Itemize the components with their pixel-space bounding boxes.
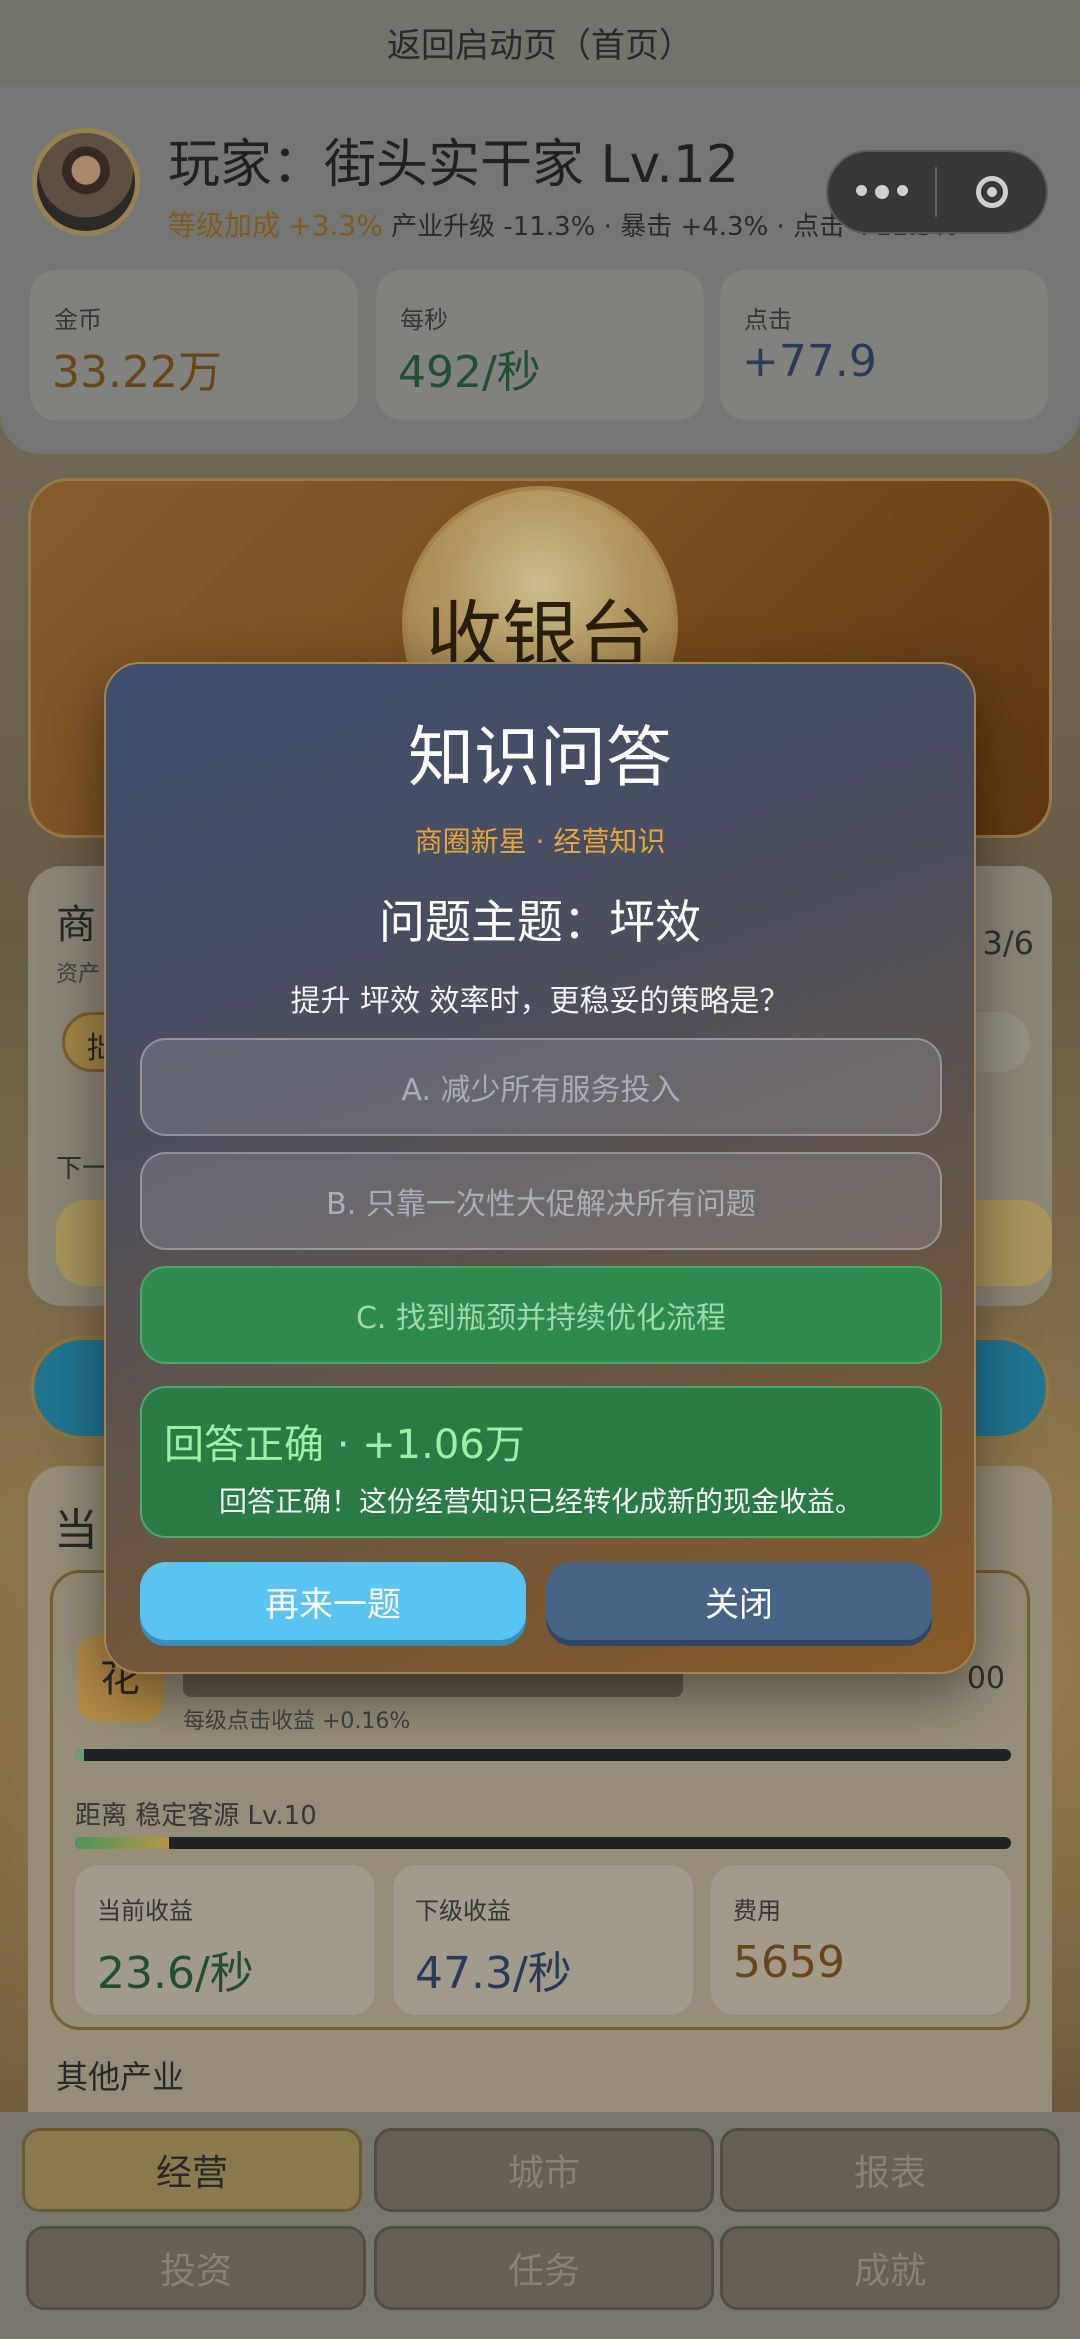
option-b-button[interactable]: B. 只靠一次性大促解决所有问题 bbox=[140, 1152, 942, 1250]
option-a-button[interactable]: A. 减少所有服务投入 bbox=[140, 1038, 942, 1136]
close-button[interactable]: 关闭 bbox=[546, 1562, 932, 1640]
quiz-modal: 知识问答 商圈新星 · 经营知识 问题主题：坪效 提升 坪效 效率时，更稳妥的策… bbox=[104, 662, 976, 1674]
question-topic: 问题主题：坪效 bbox=[379, 895, 701, 949]
next-question-button[interactable]: 再来一题 bbox=[140, 1562, 526, 1640]
option-c-button[interactable]: C. 找到瓶颈并持续优化流程 bbox=[140, 1266, 942, 1364]
question-text: 提升 坪效 效率时，更稳妥的策略是？ bbox=[290, 984, 790, 1019]
result-head: 回答正确 · +1.06万 bbox=[164, 1422, 525, 1468]
result-panel: 回答正确 · +1.06万 回答正确！这份经营知识已经转化成新的现金收益。 bbox=[140, 1386, 942, 1538]
result-body: 回答正确！这份经营知识已经转化成新的现金收益。 bbox=[218, 1485, 863, 1518]
modal-title: 知识问答 bbox=[408, 719, 672, 796]
modal-subtitle: 商圈新星 · 经营知识 bbox=[414, 825, 666, 858]
